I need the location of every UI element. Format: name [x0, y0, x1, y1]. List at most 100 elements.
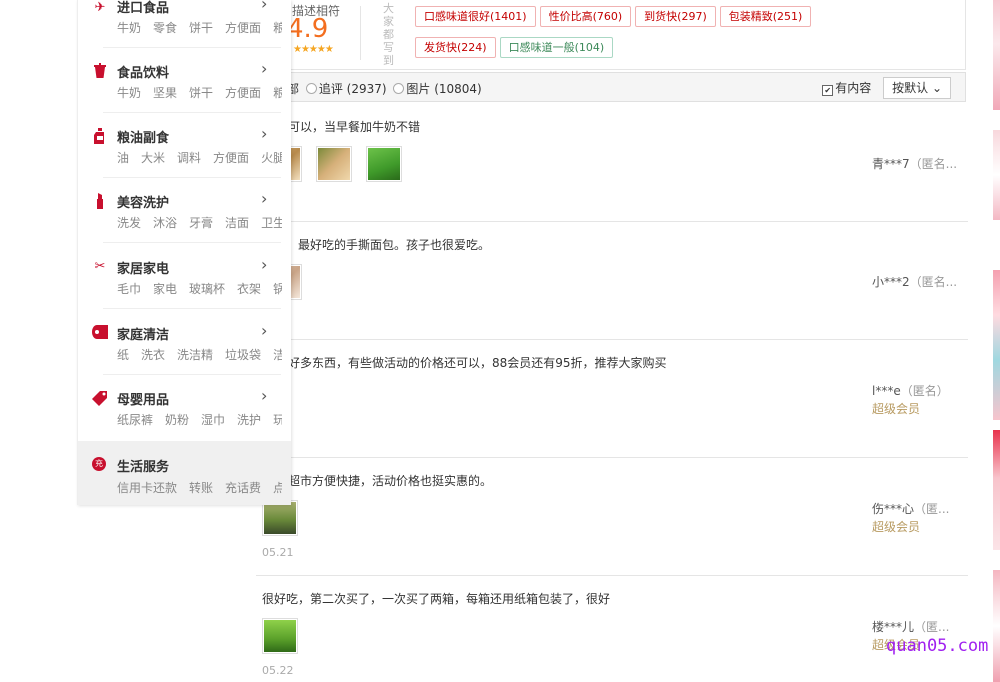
rating-summary: 描述相符 4.9 ★★★★★ 大家都写到 口感味道很好(1401) 性价比高(76…	[256, 0, 966, 70]
reviewer-name: l***e（匿名）	[872, 384, 949, 398]
filter-append-label[interactable]: 追评 (2937)	[319, 82, 387, 96]
impression-tag[interactable]: 到货快(297)	[635, 6, 716, 27]
category-title: 粮油副食	[117, 131, 170, 146]
review-date: 05.21	[262, 546, 294, 559]
anonymous-label: （匿名...	[909, 157, 958, 171]
review-item: 可以，当早餐加牛奶不错 青***7（匿名...	[252, 118, 968, 222]
review-image[interactable]	[315, 146, 352, 182]
reviewer-name: 小***2（匿名...	[872, 275, 958, 289]
vip-badge: 超级会员	[872, 520, 921, 534]
score-value: 4.9	[287, 14, 329, 44]
category-title: 家居家电	[117, 262, 170, 277]
reviewer-name: 楼***儿（匿...	[872, 620, 950, 634]
review-image[interactable]	[365, 146, 402, 182]
category-item-home-appliance[interactable]: ✂ 家居家电 › 毛巾 家电 玻璃杯 衣架锅	[78, 244, 291, 309]
chevron-right-icon: ›	[261, 0, 268, 13]
category-title: 进口食品	[117, 1, 170, 16]
review-text: 很好吃，第二次买了，一次买了两箱，每箱还用纸箱包装了，很好	[262, 592, 611, 606]
oil-bottle-icon	[92, 128, 108, 144]
review-text: 好多东西，有些做活动的价格还可以，88会员还有95折，推荐大家购买	[288, 356, 667, 370]
reviewer-name: 伤***心（匿...	[872, 502, 950, 516]
category-item-food-drinks[interactable]: 食品饮料 › 牛奶 坚果 饼干 方便面粮	[78, 48, 291, 113]
anonymous-label: （匿名...	[909, 275, 958, 289]
impressions-label: 大家都写到	[383, 2, 394, 67]
filter-append-radio[interactable]	[305, 83, 317, 94]
impression-tag[interactable]: 发货快(224)	[415, 37, 496, 58]
chevron-down-icon: ⌄	[931, 81, 942, 95]
category-subs: 纸尿裤 奶粉 湿巾 洗护玩	[117, 413, 282, 427]
tissue-roll-icon	[92, 325, 108, 341]
category-subs: 油大米 调料 方便面 火腿	[117, 151, 282, 165]
sort-label: 按默认	[892, 81, 929, 95]
category-title: 母婴用品	[117, 393, 170, 408]
side-ad-strip[interactable]	[993, 570, 1000, 682]
review-item: 超市方便快捷，活动价格也挺实惠的。 05.21 伤***心（匿... 超级会员	[256, 472, 968, 576]
review-images	[262, 618, 308, 654]
category-item-life-services[interactable]: 充 生活服务 信用卡还款 转账 充话费点	[78, 441, 291, 505]
watermark: quan05.com	[886, 636, 989, 656]
category-subs: 洗发 沐浴 牙膏 洁面 卫生	[117, 216, 282, 230]
review-image[interactable]	[262, 618, 298, 654]
chevron-right-icon: ›	[261, 124, 268, 143]
tag-icon	[92, 390, 108, 406]
category-item-grain-oil[interactable]: 粮油副食 › 油大米 调料 方便面 火腿	[78, 113, 291, 178]
category-subs: 信用卡还款 转账 充话费点	[117, 481, 282, 495]
category-subs: 纸洗衣 洗洁精 垃圾袋洁	[117, 348, 282, 362]
anonymous-label: （匿...	[914, 620, 950, 634]
anonymous-label: （匿名）	[900, 384, 949, 398]
impression-tags: 口感味道很好(1401) 性价比高(760) 到货快(297) 包装精致(251) 发…	[415, 6, 875, 68]
chevron-right-icon: ›	[261, 255, 268, 274]
chevron-right-icon: ›	[261, 189, 268, 208]
lipstick-icon	[92, 193, 108, 209]
filter-pictures-radio[interactable]	[393, 83, 405, 94]
cup-icon	[92, 63, 108, 79]
review-text: 超市方便快捷，活动价格也挺实惠的。	[288, 474, 493, 488]
side-ad-strip[interactable]	[993, 0, 1000, 110]
vip-badge: 超级会员	[872, 402, 921, 416]
divider	[103, 242, 281, 243]
review-item: 好多东西，有些做活动的价格还可以，88会员还有95折，推荐大家购买 l***e（…	[256, 354, 968, 458]
anonymous-label: （匿...	[914, 502, 950, 516]
impression-tag[interactable]: 口感味道一般(104)	[499, 37, 614, 58]
category-title: 生活服务	[117, 460, 170, 475]
category-subs: 毛巾 家电 玻璃杯 衣架锅	[117, 282, 282, 296]
category-title: 美容洗护	[117, 196, 170, 211]
impression-tag[interactable]: 包装精致(251)	[719, 6, 812, 27]
side-ad-strip[interactable]	[993, 270, 1000, 420]
category-item-imported-food[interactable]: ✈ 进口食品 › 牛奶 零食 饼干 方便面粮	[78, 0, 291, 48]
review-image[interactable]	[262, 500, 298, 536]
category-item-cleaning[interactable]: 家庭清洁 › 纸洗衣 洗洁精 垃圾袋洁	[78, 310, 291, 375]
filter-pictures-label[interactable]: 图片 (10804)	[406, 82, 481, 96]
category-subs: 牛奶 坚果 饼干 方便面粮	[117, 86, 282, 100]
impression-tag[interactable]: 口感味道很好(1401)	[415, 6, 536, 27]
category-item-beauty[interactable]: 美容洗护 › 洗发 沐浴 牙膏 洁面 卫生	[78, 178, 291, 243]
chevron-right-icon: ›	[261, 386, 268, 405]
airplane-icon: ✈	[94, 0, 106, 15]
sort-select[interactable]: 按默认 ⌄	[883, 77, 951, 99]
side-ad-strip[interactable]	[993, 130, 1000, 220]
review-item: 最好吃的手撕面包。孩子也很爱吃。 小***2（匿名...	[252, 236, 968, 340]
review-text: 可以，当早餐加牛奶不错	[288, 120, 421, 134]
category-title: 家庭清洁	[117, 328, 170, 343]
category-item-mother-baby[interactable]: 母婴用品 › 纸尿裤 奶粉 湿巾 洗护玩	[78, 375, 291, 440]
has-content-checkbox[interactable]: ✔	[822, 85, 834, 96]
chevron-right-icon: ›	[261, 59, 268, 78]
category-title: 食品饮料	[117, 66, 170, 81]
review-filter-bar: 部 追评 (2937) 图片 (10804) ✔ 有内容 按默认 ⌄	[256, 72, 966, 102]
impression-tag[interactable]: 性价比高(760)	[539, 6, 632, 27]
has-content-label[interactable]: 有内容	[835, 81, 871, 95]
category-menu: ✈ 进口食品 › 牛奶 零食 饼干 方便面粮 食品饮料 › 牛奶 坚果 饼干 方便面粮 粮油…	[77, 0, 291, 505]
divider	[103, 308, 281, 309]
recharge-icon: 充	[92, 457, 106, 471]
side-ad-strip[interactable]	[993, 430, 1000, 550]
star-rating: ★★★★★	[293, 44, 334, 55]
divider	[360, 6, 361, 60]
chevron-right-icon: ›	[261, 321, 268, 340]
review-images	[262, 500, 308, 536]
review-date: 05.22	[262, 664, 294, 677]
review-text: 最好吃的手撕面包。孩子也很爱吃。	[298, 238, 491, 252]
category-subs: 牛奶 零食 饼干 方便面粮	[117, 21, 282, 35]
reviewer-name: 青***7（匿名...	[872, 157, 958, 171]
scissors-icon: ✂	[94, 259, 106, 274]
review-item: 很好吃，第二次买了，一次买了两箱，每箱还用纸箱包装了，很好 05.22 楼***…	[256, 590, 968, 682]
